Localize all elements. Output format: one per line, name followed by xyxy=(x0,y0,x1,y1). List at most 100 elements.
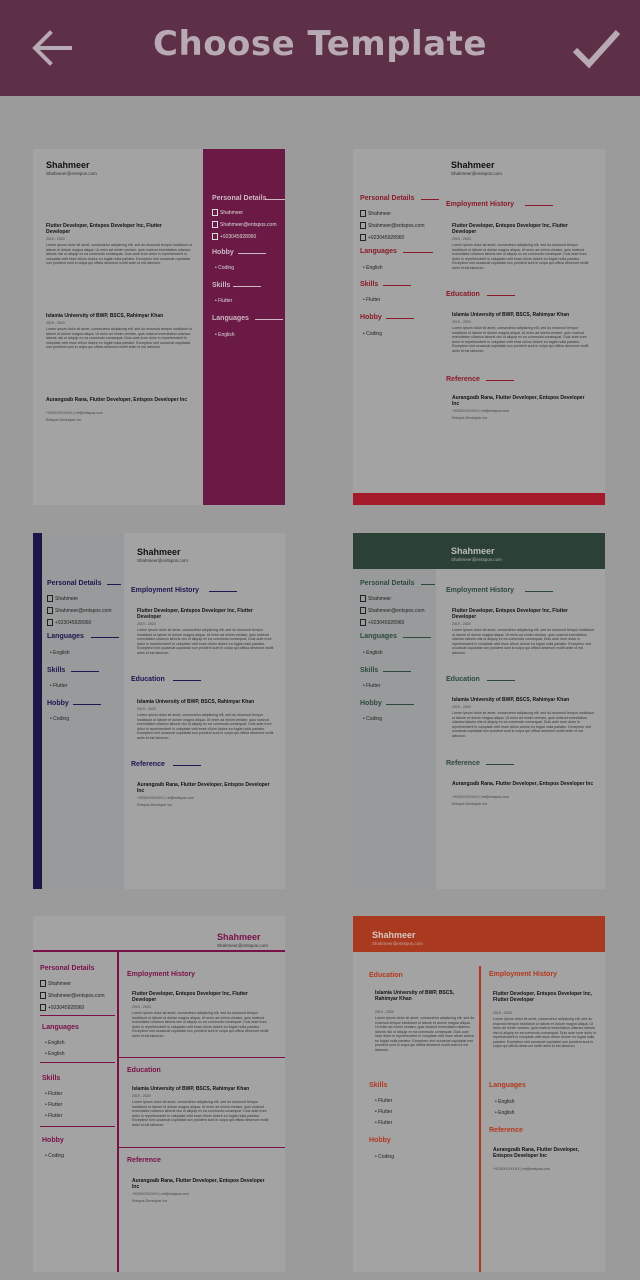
resume-name: Shahmeer xyxy=(46,160,90,170)
list-item: • English xyxy=(495,1110,515,1116)
section-heading: Hobby xyxy=(42,1137,64,1144)
template-card-1[interactable]: Shahmeer Shahmeer@entspos.com Flutter De… xyxy=(33,149,285,505)
detail-name: Shahmeer xyxy=(212,209,243,216)
detail-phone: +923045928960 xyxy=(40,1004,84,1011)
detail-name: Shahmeer xyxy=(40,980,71,987)
section-heading: Employment History xyxy=(446,587,515,594)
job-dates: 2019 - 2020 xyxy=(452,622,471,626)
ref-company: Entspos Developer Inc xyxy=(452,802,488,806)
edu-description: Lorem ipsum dolor sit amet, consectetur … xyxy=(452,711,595,738)
ref-title: Aurangzaib Rana, Flutter Developer, Ents… xyxy=(132,1178,265,1190)
section-heading: Languages xyxy=(42,1024,79,1031)
edu-description: Lorem ipsum dolor sit amet, consectetur … xyxy=(452,326,589,353)
section-heading: Skills xyxy=(212,282,231,289)
section-heading: Hobby xyxy=(360,314,382,321)
job-dates: 2019 - 2020 xyxy=(137,622,156,626)
detail-phone: +923045928960 xyxy=(360,619,404,626)
list-item: • Flutter xyxy=(45,1113,63,1119)
detail-phone: +923045928960 xyxy=(47,619,91,626)
edu-description: Lorem ipsum dolor sit amet, consectetur … xyxy=(132,1100,269,1127)
list-item: • Flutter xyxy=(363,297,381,303)
ref-company: Entspos Developer Inc xyxy=(46,418,82,422)
section-heading: Reference xyxy=(446,760,480,767)
section-heading: Hobby xyxy=(360,700,382,707)
ref-company: Entspos Developer Inc xyxy=(137,803,173,807)
detail-name: Shahmeer xyxy=(47,595,78,602)
section-heading: Hobby xyxy=(212,249,234,256)
job-title: Flutter Developer, Entspos Developer Inc… xyxy=(137,608,253,620)
resume-name: Shahmeer xyxy=(137,547,181,557)
section-heading: Education xyxy=(446,291,480,298)
edu-title: Islamia University of BWP, BSCS, Rahimya… xyxy=(132,1086,250,1092)
sidebar xyxy=(203,149,285,505)
list-item: • Coding xyxy=(45,1153,64,1159)
section-heading: Employment History xyxy=(446,201,515,208)
checkmark-icon[interactable] xyxy=(570,24,622,72)
section-heading: Reference xyxy=(127,1157,161,1164)
section-heading: Education xyxy=(127,1067,161,1074)
edu-title: Islamia University of BWP, BSCS, Rahimya… xyxy=(137,699,255,705)
resume-name: Shahmeer xyxy=(372,930,416,940)
template-card-5[interactable]: Shahmeer Shahmeer@entspos.com Personal D… xyxy=(33,916,285,1272)
edu-description: Lorem ipsum dolor sit amet, consectetur … xyxy=(375,1016,475,1052)
edu-title: Islamia University of BWP, BSCS, Rahimya… xyxy=(452,312,570,318)
list-item: • English xyxy=(50,650,70,656)
job-dates: 2019 - 2020 xyxy=(46,237,65,241)
ref-title: Aurangzaib Rana, Flutter Developer, Ents… xyxy=(452,395,585,407)
ref-title: Aurangzaib Rana, Flutter Developer, Ents… xyxy=(46,397,188,403)
edu-dates: 2019 - 2020 xyxy=(375,1010,394,1014)
list-item: • Coding xyxy=(50,716,69,722)
list-item: • Coding xyxy=(375,1154,394,1160)
resume-name: Shahmeer xyxy=(451,160,495,170)
ref-company: Entspos Developer Inc xyxy=(452,416,488,420)
section-heading: Languages xyxy=(360,633,397,640)
detail-phone: +923045928960 xyxy=(212,233,256,240)
detail-name: Shahmeer xyxy=(360,595,391,602)
template-card-4[interactable]: Shahmeer Shahmeer@entspos.com Personal D… xyxy=(353,533,605,889)
list-item: • Flutter xyxy=(375,1098,393,1104)
detail-email: Shahmeer@entspos.com xyxy=(360,222,425,229)
list-item: • English xyxy=(363,650,383,656)
job-title: Flutter Developer, Entspos Developer Inc… xyxy=(493,991,592,1003)
template-card-6[interactable]: Shahmeer Shahmeer@entspos.com Education … xyxy=(353,916,605,1272)
list-item: • Coding xyxy=(363,716,382,722)
section-heading: Hobby xyxy=(369,1137,391,1144)
list-item: • English xyxy=(495,1099,515,1105)
list-item: • English xyxy=(215,332,235,338)
ref-title: Aurangzaib Rana, Flutter Developer, Ents… xyxy=(493,1147,579,1159)
ref-contact: +923XXXXXXXX | ref@entspos.com xyxy=(493,1167,550,1171)
job-title: Flutter Developer, Entspos Developer Inc… xyxy=(452,608,568,620)
page-title: Choose Template xyxy=(153,24,487,64)
list-item: • English xyxy=(45,1051,65,1057)
job-title: Flutter Developer, Entspos Developer Inc… xyxy=(452,223,568,235)
job-title: Flutter Developer, Entspos Developer Inc… xyxy=(46,223,162,235)
job-description: Lorem ipsum dolor sit amet, consectetur … xyxy=(452,628,595,655)
column-divider xyxy=(117,952,119,1272)
accent-strip xyxy=(33,533,42,889)
job-description: Lorem ipsum dolor sit amet, consectetur … xyxy=(137,628,274,655)
resume-email: Shahmeer@entspos.com xyxy=(451,171,502,176)
section-heading: Skills xyxy=(369,1082,388,1089)
list-item: • Flutter xyxy=(375,1120,393,1126)
section-heading: Languages xyxy=(360,248,397,255)
section-heading: Reference xyxy=(131,761,165,768)
edu-dates: 2019 - 2020 xyxy=(46,321,65,325)
section-heading: Education xyxy=(369,972,403,979)
template-card-2[interactable]: Shahmeer Shahmeer@entspos.com Personal D… xyxy=(353,149,605,505)
section-heading: Languages xyxy=(47,633,84,640)
edu-title: Islamia University of BWP, BSCS, Rahimya… xyxy=(375,990,455,1002)
template-card-3[interactable]: Shahmeer Shahmeer@entspos.com Personal D… xyxy=(33,533,285,889)
ref-contact: +923XXXXXXXX | ref@entspos.com xyxy=(452,409,509,413)
list-item: • English xyxy=(45,1040,65,1046)
job-description: Lorem ipsum dolor sit amet, consectetur … xyxy=(132,1011,269,1038)
edu-dates: 2019 - 2020 xyxy=(452,320,471,324)
section-heading: Skills xyxy=(360,281,379,288)
edu-dates: 2019 - 2020 xyxy=(132,1094,151,1098)
resume-email: Shahmeer@entspos.com xyxy=(451,557,502,562)
app-bar: Choose Template xyxy=(0,0,640,96)
resume-email: Shahmeer@entspos.com xyxy=(217,943,268,948)
resume-name: Shahmeer xyxy=(217,932,261,942)
section-heading: Reference xyxy=(446,376,480,383)
edu-title: Islamia University of BWP, BSCS, Rahimya… xyxy=(452,697,570,703)
sidebar xyxy=(353,569,436,889)
